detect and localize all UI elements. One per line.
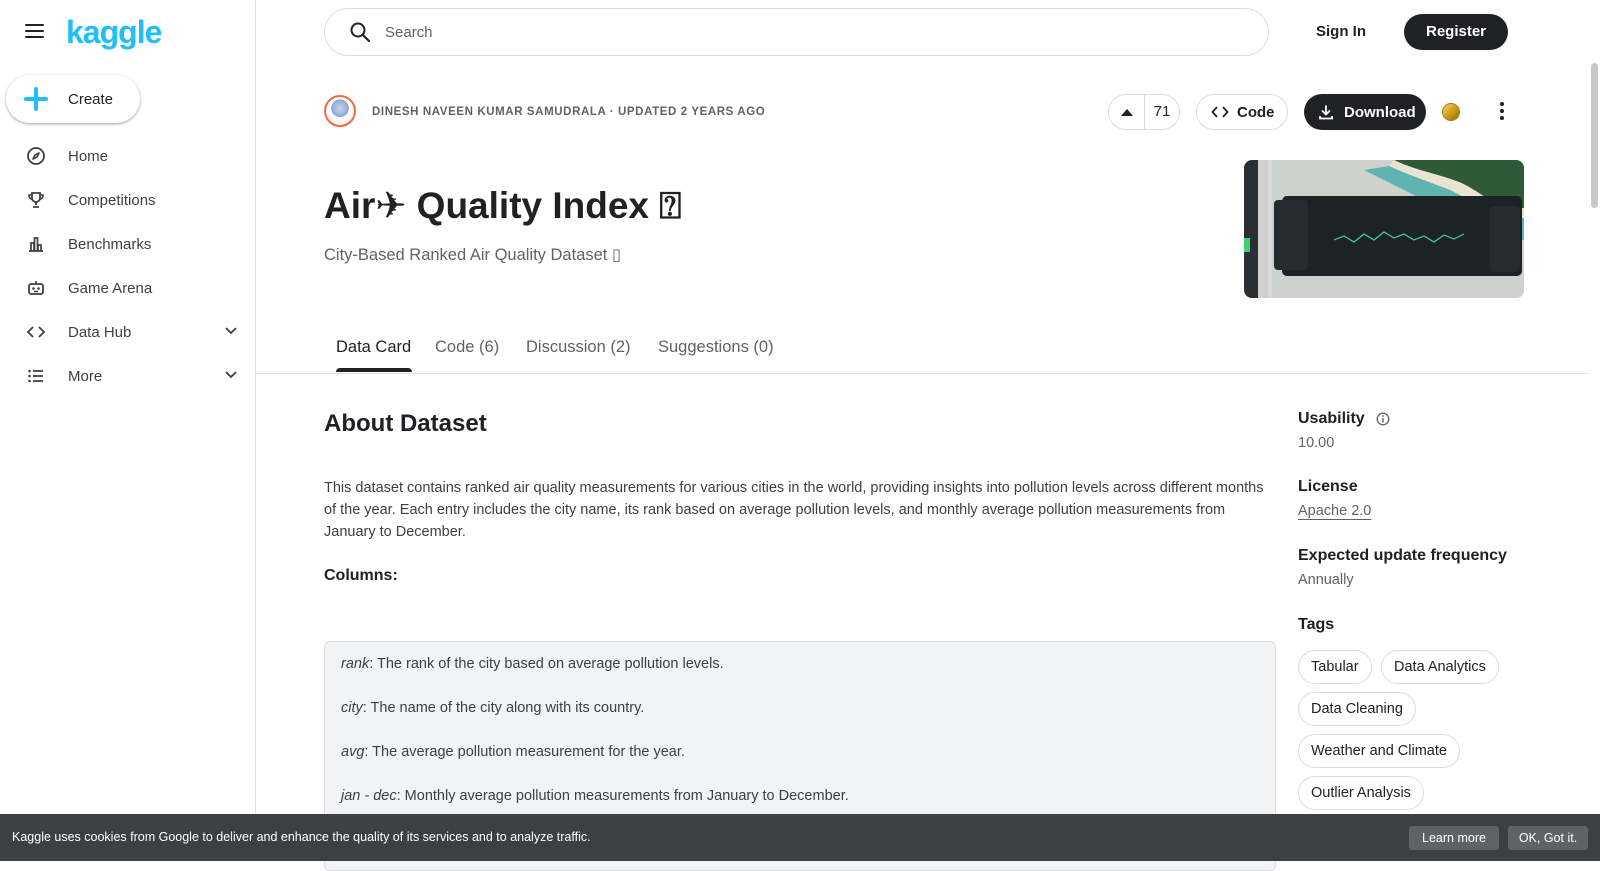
kaggle-logo[interactable]: kaggle (66, 14, 162, 51)
page-title: Air✈ Quality Index ⍰ (324, 185, 682, 226)
avatar[interactable] (324, 95, 356, 127)
register-button[interactable]: Register (1404, 14, 1508, 50)
tag-chip[interactable]: Tabular (1298, 650, 1372, 684)
download-label: Download (1344, 103, 1416, 121)
code-icon (1211, 106, 1229, 118)
create-label: Create (68, 90, 114, 108)
update-frequency-value: Annually (1298, 572, 1354, 588)
column-description: rank: The rank of the city based on aver… (341, 656, 724, 672)
info-icon[interactable] (1376, 412, 1390, 426)
column-description: city: The name of the city along with it… (341, 700, 644, 716)
page-subtitle: City-Based Ranked Air Quality Dataset ▯ (324, 246, 622, 264)
medal-icon (1442, 103, 1460, 121)
download-icon (1319, 105, 1333, 120)
tab-suggestions[interactable]: Suggestions (0) (658, 338, 774, 357)
dataset-byline: DINESH NAVEEN KUMAR SAMUDRALA · UPDATED … (372, 106, 766, 118)
search-input[interactable] (385, 23, 1185, 41)
plus-icon (22, 85, 50, 113)
update-frequency-label: Expected update frequency (1298, 547, 1507, 564)
list-icon (25, 365, 47, 387)
page-scrollbar[interactable] (1588, 0, 1600, 861)
column-text: : Monthly average pollution measurements… (396, 788, 849, 804)
sidebar-item-data-hub[interactable]: Data Hub (0, 310, 256, 354)
search-bar[interactable] (324, 8, 1269, 56)
upvote-button[interactable] (1109, 95, 1145, 129)
usability-value: 10.00 (1298, 435, 1335, 451)
caret-up-icon (1120, 108, 1133, 116)
cookie-message: Kaggle uses cookies from Google to deliv… (12, 830, 591, 844)
bar-chart-icon (25, 233, 47, 255)
sidebar-item-label: Benchmarks (68, 235, 152, 253)
sidebar-item-benchmarks[interactable]: Benchmarks (0, 222, 256, 266)
code-brackets-icon (25, 321, 47, 343)
tag-chip[interactable]: Data Cleaning (1298, 692, 1416, 726)
tag-chip[interactable]: Weather and Climate (1298, 734, 1460, 768)
sidebar-item-label: More (68, 367, 103, 385)
usability-label: Usability (1298, 410, 1365, 427)
dataset-description: This dataset contains ranked air quality… (324, 480, 1264, 540)
cookie-banner: Kaggle uses cookies from Google to deliv… (0, 814, 1600, 861)
tag-chip[interactable]: Outlier Analysis (1298, 776, 1424, 810)
sidebar-item-label: Competitions (68, 191, 156, 209)
tags-label: Tags (1298, 616, 1335, 633)
more-options-icon[interactable] (1490, 99, 1514, 125)
compass-icon (25, 145, 47, 167)
upvote-count: 71 (1153, 103, 1171, 120)
tab-data-card[interactable]: Data Card (336, 338, 411, 357)
dataset-cover-image (1244, 160, 1524, 298)
column-text: : The rank of the city based on average … (369, 656, 724, 672)
sign-in-button[interactable]: Sign In (1300, 14, 1382, 50)
robot-icon (25, 277, 47, 299)
sidebar-item-label: Home (68, 147, 109, 165)
active-tab-indicator (336, 368, 412, 372)
tag-chip[interactable]: Data Analytics (1381, 650, 1499, 684)
column-name: rank (341, 656, 370, 672)
about-heading: About Dataset (324, 410, 487, 437)
dataset-tabs: Data Card Code (6) Discussion (2) Sugges… (256, 330, 1588, 374)
sidebar-item-label: Game Arena (68, 279, 153, 297)
column-name: avg (341, 744, 365, 760)
license-label: License (1298, 478, 1358, 495)
sidebar-item-game-arena[interactable]: Game Arena (0, 266, 256, 310)
code-label: Code (1237, 103, 1275, 121)
sidebar-item-label: Data Hub (68, 323, 132, 341)
tab-discussion[interactable]: Discussion (2) (526, 338, 631, 357)
code-button[interactable]: Code (1196, 94, 1288, 130)
create-button[interactable]: Create (6, 75, 140, 123)
column-name: jan - dec (341, 788, 397, 804)
search-icon (350, 22, 371, 43)
column-text: : The name of the city along with its co… (362, 700, 645, 716)
learn-more-button[interactable]: Learn more (1409, 826, 1499, 850)
columns-heading: Columns: (324, 567, 398, 584)
chevron-down-icon (225, 371, 237, 379)
sidebar-item-more[interactable]: More (0, 354, 256, 398)
accept-cookies-button[interactable]: OK, Got it. (1508, 826, 1588, 850)
scrollbar-thumb[interactable] (1591, 63, 1598, 208)
tab-code[interactable]: Code (6) (435, 338, 499, 357)
column-name: city (341, 700, 363, 716)
download-button[interactable]: Download (1304, 94, 1426, 130)
trophy-icon (25, 189, 47, 211)
license-link[interactable]: Apache 2.0 (1298, 503, 1371, 519)
sidebar-item-competitions[interactable]: Competitions (0, 178, 256, 222)
sidebar-item-home[interactable]: Home (0, 134, 256, 178)
sidebar: kaggle Create Home Competitions Benchmar… (0, 0, 256, 861)
column-text: : The average pollution measurement for … (364, 744, 685, 760)
chevron-down-icon (225, 327, 237, 335)
upvote-widget: 71 (1108, 94, 1180, 130)
column-description: jan - dec: Monthly average pollution mea… (341, 788, 849, 804)
column-description: avg: The average pollution measurement f… (341, 744, 685, 760)
hamburger-menu-icon[interactable] (22, 20, 50, 44)
